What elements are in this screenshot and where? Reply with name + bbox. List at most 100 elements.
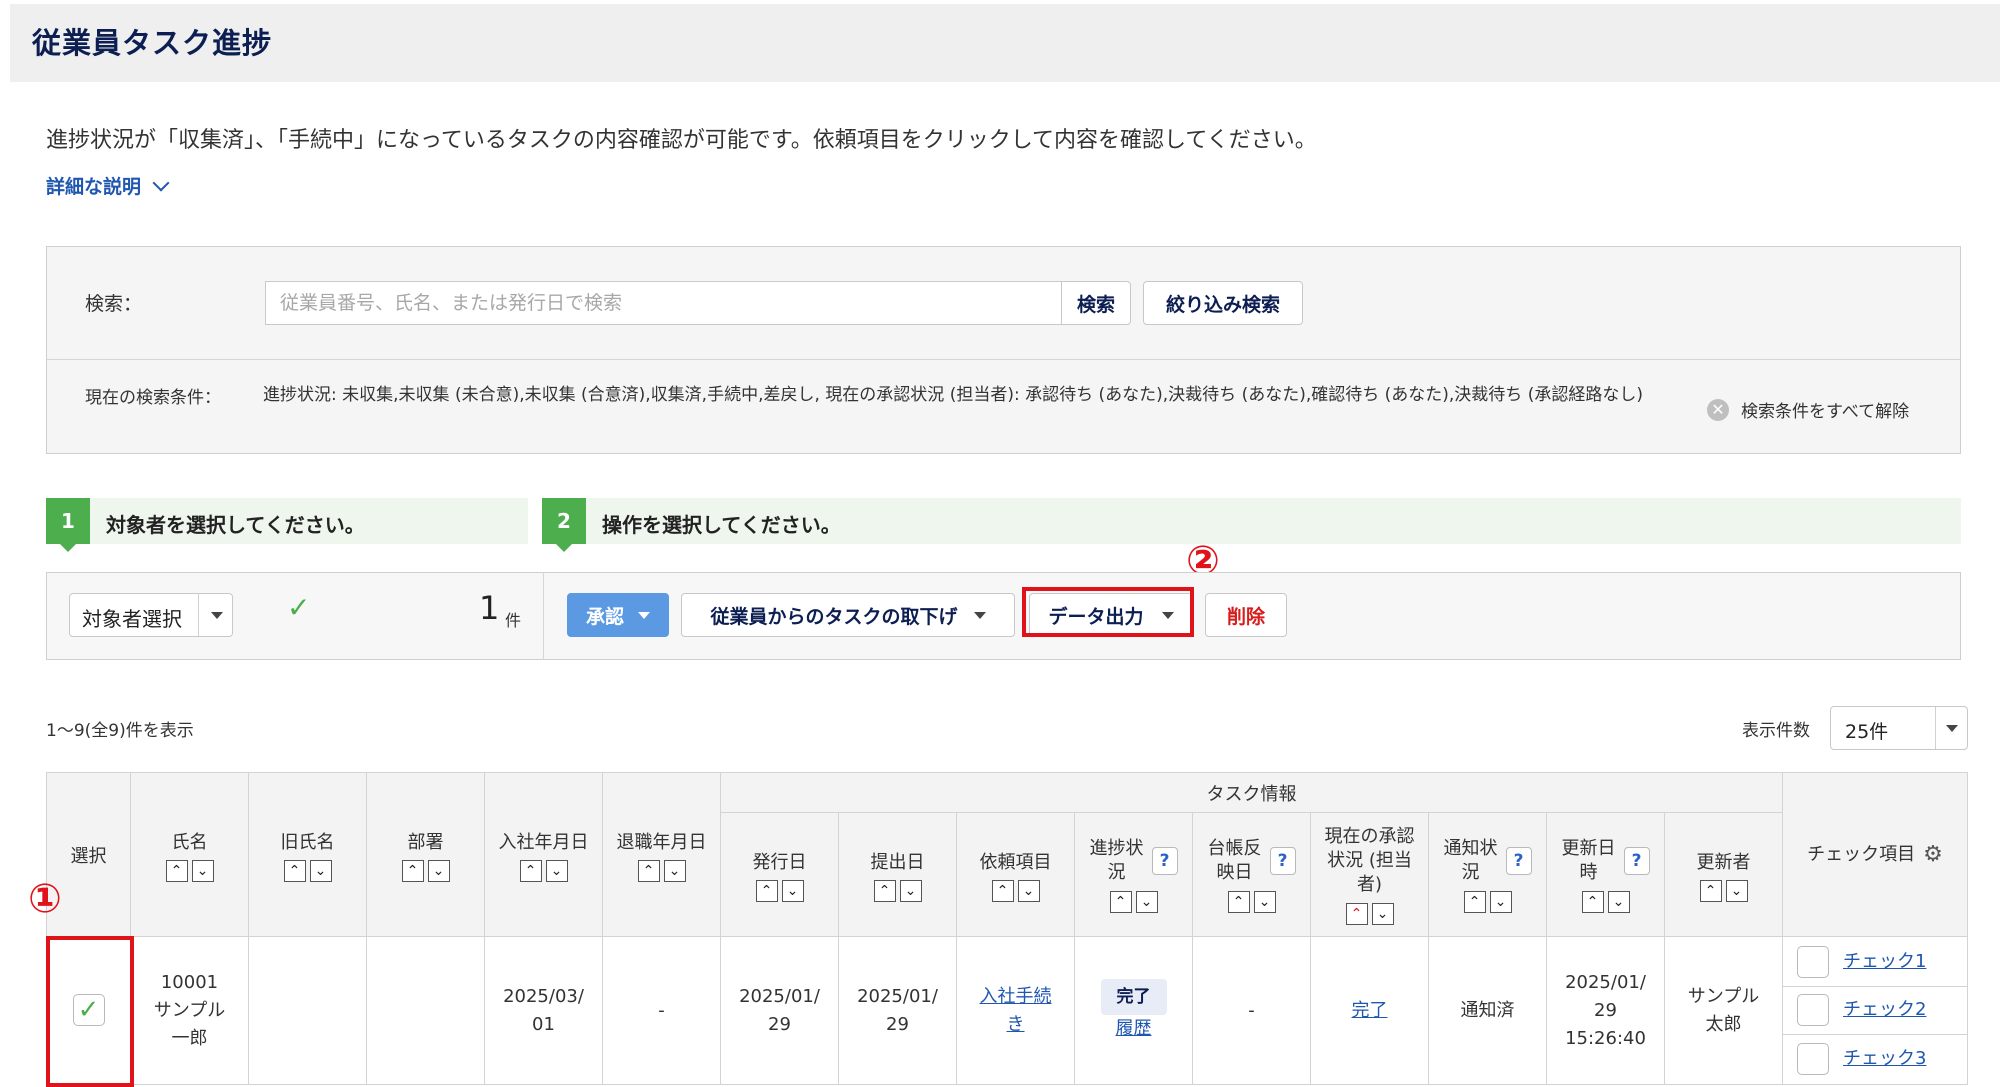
cell-notify-status: 通知済 xyxy=(1428,936,1547,1085)
check-item[interactable]: チェック2 xyxy=(1783,987,1967,1035)
withdraw-label[interactable]: 従業員からのタスクの取下げ xyxy=(710,602,957,629)
sort-up-button[interactable]: ⌃ xyxy=(283,859,306,882)
detail-explanation-link[interactable]: 詳細な説明 xyxy=(46,172,170,199)
check-icon: ✓ xyxy=(287,591,311,624)
row-select-cell: ✓ xyxy=(46,936,131,1085)
sort-up-button[interactable]: ⌃ xyxy=(1345,902,1368,925)
sort-down-button[interactable]: ⌄ xyxy=(1017,879,1040,902)
sort-up-button[interactable]: ⌃ xyxy=(637,859,660,882)
caret-down-icon[interactable] xyxy=(1161,611,1174,619)
page-title: 従業員タスク進捗 xyxy=(32,26,273,60)
detail-link-label[interactable]: 詳細な説明 xyxy=(46,172,141,199)
history-link[interactable]: 履歴 xyxy=(1116,1018,1152,1039)
caret-down-icon[interactable] xyxy=(1946,725,1958,732)
cell-leave-date: - xyxy=(602,936,721,1085)
column-header-updater: 更新者 ⌃ ⌄ xyxy=(1664,812,1783,937)
divider xyxy=(543,573,544,659)
sort-down-button[interactable]: ⌄ xyxy=(427,859,450,882)
column-header-old-name: 旧氏名 ⌃ ⌄ xyxy=(248,772,367,937)
per-page-value[interactable]: 25件 xyxy=(1845,717,1888,744)
task-progress-table: 選択 氏名 ⌃ ⌄ 旧氏名 ⌃ ⌄ 部署 ⌃ ⌄ 入社年月日 ⌃ ⌄ 退職年月日… xyxy=(46,772,1968,1085)
sort-down-button[interactable]: ⌄ xyxy=(781,879,804,902)
action-panel: 対象者選択 ✓ 1 件 承認 従業員からのタスクの取下げ データ出力 削除 xyxy=(46,572,1961,660)
cell-updated-at: 2025/01/29 15:26:40 xyxy=(1546,936,1665,1085)
caret-down-icon[interactable] xyxy=(638,611,650,619)
column-header-check-items: チェック項目 ⚙ xyxy=(1782,772,1968,937)
step-text: 操作を選択してください。 xyxy=(602,513,841,537)
delete-button[interactable]: 削除 xyxy=(1205,593,1287,637)
check-item-link[interactable]: チェック1 xyxy=(1843,948,1926,976)
sort-down-button[interactable]: ⌄ xyxy=(1371,902,1394,925)
cell-progress: 完了 履歴 xyxy=(1074,936,1193,1085)
column-header-issue-date: 発行日 ⌃ ⌄ xyxy=(720,812,839,937)
check-item[interactable]: チェック1 xyxy=(1783,939,1967,987)
help-icon[interactable]: ? xyxy=(1505,846,1532,875)
caret-down-icon[interactable] xyxy=(211,612,223,619)
sort-down-button[interactable]: ⌄ xyxy=(1135,890,1158,913)
search-button[interactable]: 検索 xyxy=(1061,281,1131,325)
sort-up-button[interactable]: ⌃ xyxy=(755,879,778,902)
sort-up-button[interactable]: ⌃ xyxy=(401,859,424,882)
sort-up-button[interactable]: ⌃ xyxy=(1581,890,1604,913)
sort-down-button[interactable]: ⌄ xyxy=(309,859,332,882)
export-label[interactable]: データ出力 xyxy=(1048,602,1143,629)
sort-down-button[interactable]: ⌄ xyxy=(1725,879,1748,902)
approval-status-link[interactable]: 完了 xyxy=(1352,1000,1388,1021)
sort-down-button[interactable]: ⌄ xyxy=(663,859,686,882)
help-icon[interactable]: ? xyxy=(1269,846,1296,875)
clear-conditions-link[interactable]: ✕ 検索条件をすべて解除 xyxy=(1707,397,1909,422)
sort-up-button[interactable]: ⌃ xyxy=(991,879,1014,902)
sort-down-button[interactable]: ⌄ xyxy=(191,859,214,882)
check-item-link[interactable]: チェック2 xyxy=(1843,996,1926,1024)
search-condition-label: 現在の検索条件： xyxy=(85,388,221,408)
column-header-notify-status: 通知状況? ⌃ ⌄ xyxy=(1428,812,1547,937)
clear-conditions-label[interactable]: 検索条件をすべて解除 xyxy=(1741,397,1909,422)
sort-up-button[interactable]: ⌃ xyxy=(1463,890,1486,913)
gear-icon[interactable]: ⚙ xyxy=(1923,842,1943,867)
search-input[interactable] xyxy=(265,281,1063,325)
caret-down-icon[interactable] xyxy=(973,611,986,619)
sort-down-button[interactable]: ⌄ xyxy=(899,879,922,902)
row-checkbox[interactable]: ✓ xyxy=(72,994,105,1026)
search-condition-text: 進捗状況: 未収集,未収集 (未合意),未収集 (合意済),収集済,手続中,差戻… xyxy=(263,385,1643,405)
column-header-dept: 部署 ⌃ ⌄ xyxy=(366,772,485,937)
approve-label[interactable]: 承認 xyxy=(586,602,624,629)
clear-icon[interactable]: ✕ xyxy=(1707,398,1729,421)
check-item-checkbox[interactable] xyxy=(1797,994,1829,1026)
target-select-label[interactable]: 対象者選択 xyxy=(82,603,182,632)
sort-down-button[interactable]: ⌄ xyxy=(1253,890,1276,913)
check-item-checkbox[interactable] xyxy=(1797,946,1829,978)
step-2-bar: 2 操作を選択してください。 xyxy=(542,498,1961,552)
sort-down-button[interactable]: ⌄ xyxy=(1489,890,1512,913)
column-header-updated-at: 更新日時? ⌃ ⌄ xyxy=(1546,812,1665,937)
withdraw-task-button[interactable]: 従業員からのタスクの取下げ xyxy=(681,593,1015,637)
step-number: 2 xyxy=(542,498,586,552)
sort-down-button[interactable]: ⌄ xyxy=(545,859,568,882)
check-item-link[interactable]: チェック3 xyxy=(1843,1045,1926,1073)
sort-up-button[interactable]: ⌃ xyxy=(1227,890,1250,913)
column-header-submit-date: 提出日 ⌃ ⌄ xyxy=(838,812,957,937)
sort-up-button[interactable]: ⌃ xyxy=(165,859,188,882)
cell-request-item: 入社手続き xyxy=(956,936,1075,1085)
status-badge: 完了 xyxy=(1100,978,1167,1015)
sort-up-button[interactable]: ⌃ xyxy=(1109,890,1132,913)
data-export-button[interactable]: データ出力 xyxy=(1029,593,1193,637)
request-item-link[interactable]: 入社手続き xyxy=(980,986,1052,1035)
target-select-dropdown[interactable]: 対象者選択 xyxy=(69,593,233,637)
per-page-select[interactable]: 25件 xyxy=(1830,706,1968,750)
sort-up-button[interactable]: ⌃ xyxy=(873,879,896,902)
check-item-checkbox[interactable] xyxy=(1797,1042,1829,1075)
cell-issue-date: 2025/01/29 xyxy=(720,936,839,1085)
help-icon[interactable]: ? xyxy=(1151,846,1178,875)
sort-down-button[interactable]: ⌄ xyxy=(1607,890,1630,913)
per-page-label: 表示件数 xyxy=(1742,721,1810,741)
help-icon[interactable]: ? xyxy=(1623,846,1650,875)
chevron-down-icon[interactable] xyxy=(152,174,170,191)
check-item[interactable]: チェック3 xyxy=(1783,1035,1967,1083)
column-header-request-item: 依頼項目 ⌃ ⌄ xyxy=(956,812,1075,937)
filter-search-button[interactable]: 絞り込み検索 xyxy=(1143,281,1303,325)
selected-count-unit: 件 xyxy=(505,611,522,630)
sort-up-button[interactable]: ⌃ xyxy=(519,859,542,882)
approve-button[interactable]: 承認 xyxy=(567,593,669,637)
sort-up-button[interactable]: ⌃ xyxy=(1699,879,1722,902)
